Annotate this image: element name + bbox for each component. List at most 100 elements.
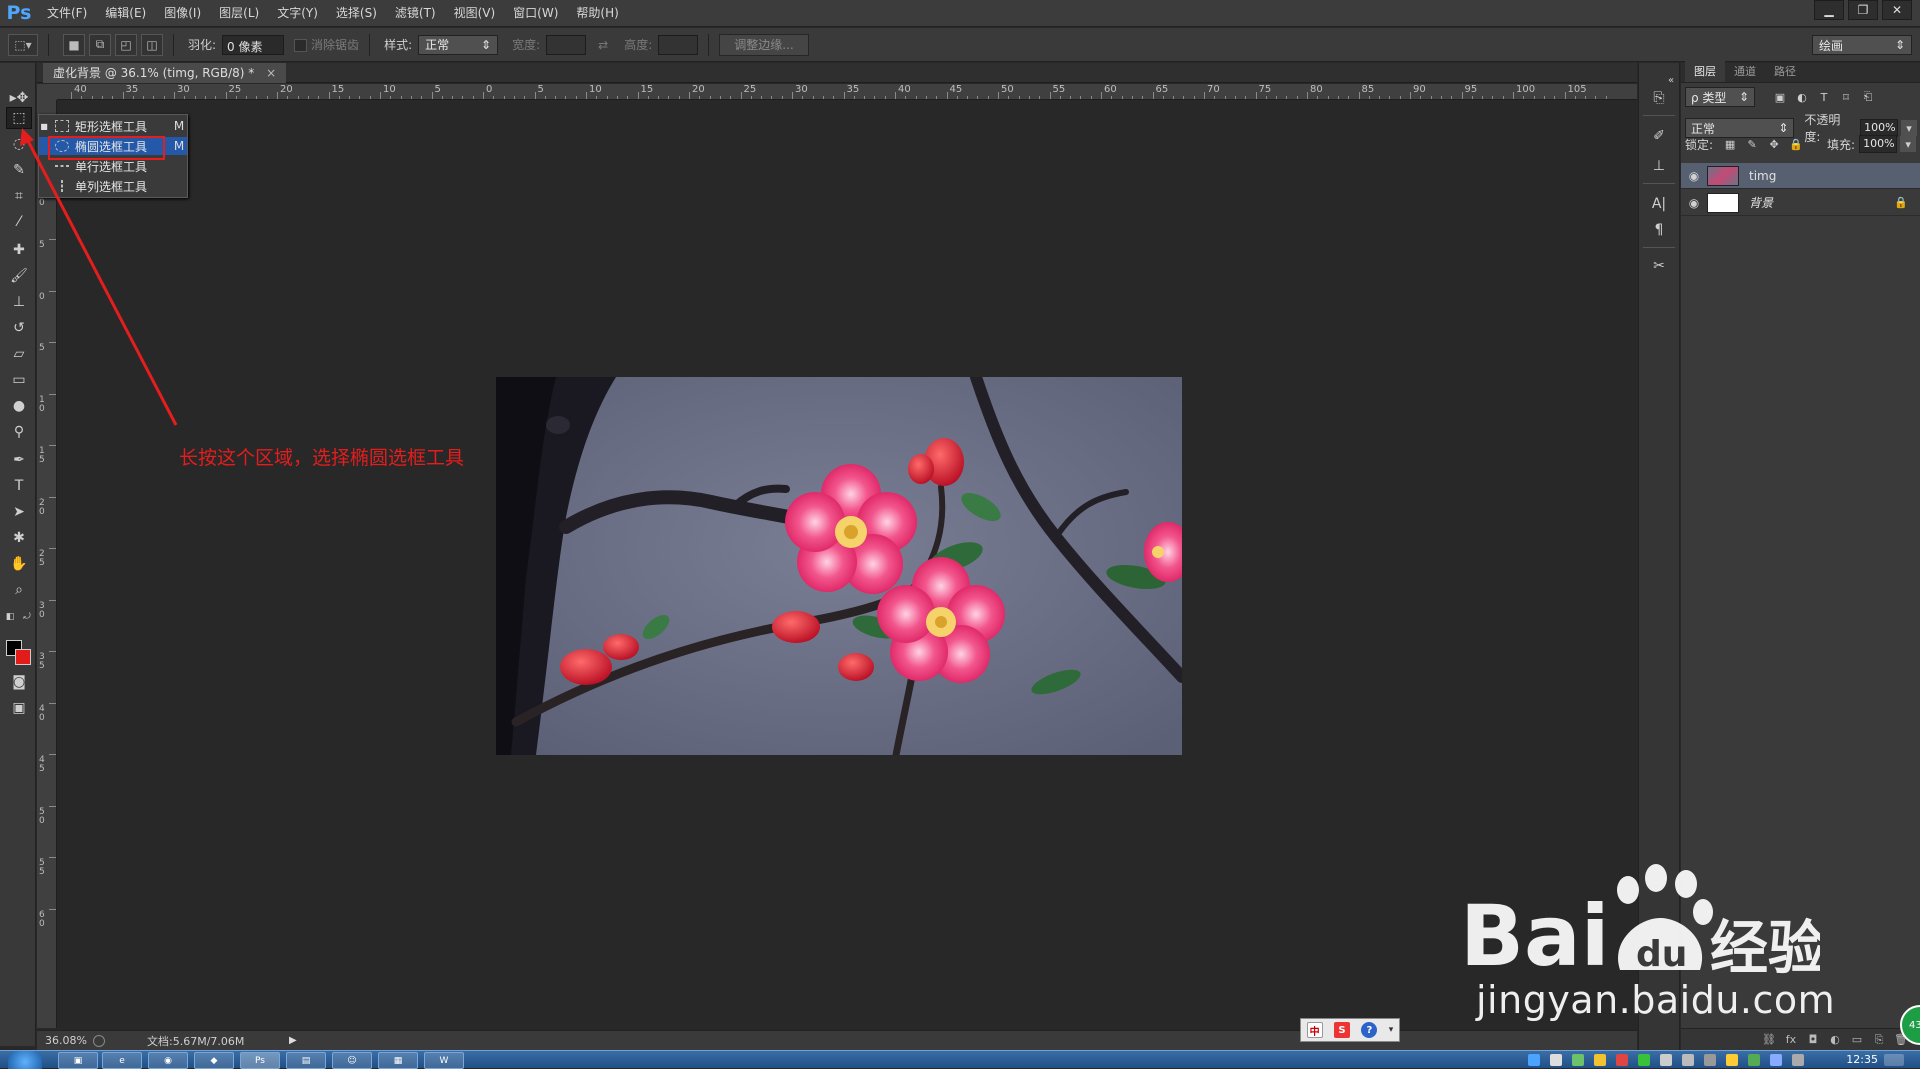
lock-all-icon[interactable]: 🔒: [1788, 136, 1804, 152]
new-selection-button[interactable]: ■: [63, 33, 85, 56]
lock-transparency-icon[interactable]: ▦: [1722, 136, 1738, 152]
filter-pixel-icon[interactable]: ▣: [1772, 89, 1788, 105]
filter-shape-icon[interactable]: ⌑: [1838, 89, 1854, 105]
brush-tool[interactable]: 🖌: [6, 265, 32, 287]
help-icon[interactable]: ?: [1361, 1022, 1378, 1038]
type-tool[interactable]: T: [6, 475, 32, 497]
status-menu-arrow-icon[interactable]: ▶: [289, 1035, 297, 1046]
lock-position-icon[interactable]: ✥: [1766, 136, 1782, 152]
eyedropper-tool[interactable]: ⁄: [6, 211, 32, 233]
flower-photo[interactable]: [496, 377, 1182, 755]
taskbar-explorer-icon[interactable]: ▣: [58, 1052, 98, 1069]
filter-smart-object-icon[interactable]: ⎗: [1860, 89, 1876, 105]
ruler-corner[interactable]: [37, 84, 57, 100]
opacity-dropdown-icon[interactable]: ▾: [1901, 120, 1917, 136]
lasso-tool[interactable]: ◌: [6, 133, 32, 155]
feather-input[interactable]: 0 像素: [222, 34, 285, 55]
filter-type-icon[interactable]: T: [1816, 89, 1832, 105]
tray-display-icon[interactable]: [1550, 1054, 1562, 1066]
swap-colors-button[interactable]: ⤾: [20, 611, 34, 623]
taskbar-360-icon[interactable]: ◉: [148, 1052, 188, 1069]
link-layers-icon[interactable]: ⛓: [1758, 1033, 1780, 1046]
brush-preset-icon[interactable]: ✐: [1647, 125, 1671, 147]
restore-button[interactable]: ❐: [1848, 0, 1878, 20]
menu-type[interactable]: 文字(Y): [268, 0, 327, 27]
menu-help[interactable]: 帮助(H): [567, 0, 627, 27]
eraser-tool[interactable]: ▱: [6, 343, 32, 365]
canvas-area[interactable]: [58, 101, 1637, 1028]
pen-tool[interactable]: ✒: [6, 449, 32, 471]
zoom-level[interactable]: 36.08%: [45, 1034, 93, 1047]
menu-file[interactable]: 文件(F): [38, 0, 96, 27]
stamp-tool[interactable]: ⊥: [6, 291, 32, 313]
add-mask-icon[interactable]: ◘: [1802, 1033, 1824, 1046]
healing-tool[interactable]: ✚: [6, 239, 32, 261]
hand-tool[interactable]: ✋: [6, 553, 32, 575]
tab-layers[interactable]: 图层: [1685, 60, 1725, 82]
tray-volume-icon[interactable]: [1660, 1054, 1672, 1066]
taskbar-ie-icon[interactable]: e: [102, 1052, 142, 1069]
menu-filter[interactable]: 滤镜(T): [386, 0, 445, 27]
intersect-selection-button[interactable]: ◫: [141, 33, 163, 56]
workspace-select[interactable]: 绘画 ⇕: [1812, 35, 1912, 55]
swap-dimensions-icon[interactable]: ⇄: [598, 38, 608, 52]
taskbar-clock[interactable]: 12:35: [1846, 1053, 1878, 1066]
tray-flag-icon[interactable]: [1682, 1054, 1694, 1066]
crop-tool[interactable]: ⌗: [6, 185, 32, 207]
close-button[interactable]: ✕: [1882, 0, 1912, 20]
height-input[interactable]: [658, 34, 699, 55]
style-select[interactable]: 正常 ⇕: [418, 34, 499, 55]
screen-mode-button[interactable]: ▣: [6, 697, 32, 719]
subtract-selection-button[interactable]: ◰: [115, 33, 137, 56]
tray-input-icon[interactable]: [1770, 1054, 1782, 1066]
tray-update-icon[interactable]: [1748, 1054, 1760, 1066]
tray-sound-icon[interactable]: [1792, 1054, 1804, 1066]
gradient-tool[interactable]: ▭: [6, 369, 32, 391]
background-color-swatch[interactable]: [15, 649, 31, 665]
move-tool[interactable]: ▸✥: [6, 87, 32, 109]
lock-pixels-icon[interactable]: ✎: [1744, 136, 1760, 152]
path-select-tool[interactable]: ➤: [6, 501, 32, 523]
menu-select[interactable]: 选择(S): [327, 0, 386, 27]
new-group-icon[interactable]: ▭: [1846, 1033, 1868, 1046]
visibility-eye-icon[interactable]: ◉: [1681, 169, 1707, 183]
menu-edit[interactable]: 编辑(E): [96, 0, 155, 27]
status-info-icon[interactable]: [93, 1034, 105, 1047]
menu-window[interactable]: 窗口(W): [504, 0, 567, 27]
tray-messenger-icon[interactable]: [1726, 1054, 1738, 1066]
character-panel-icon[interactable]: A|: [1647, 193, 1671, 215]
horizontal-ruler[interactable]: 40 35 30 25 20 15 10 5 0 5 10 15 20 25 30 35 40 45 50 55 60 6…: [57, 84, 1637, 100]
new-layer-icon[interactable]: ⎘: [1868, 1033, 1890, 1047]
add-selection-button[interactable]: ⧉: [89, 33, 111, 56]
taskbar-user-icon[interactable]: ☺: [332, 1052, 372, 1069]
menu-view[interactable]: 视图(V): [445, 0, 505, 27]
quick-select-tool[interactable]: ✎: [6, 159, 32, 181]
start-button[interactable]: [8, 1051, 42, 1069]
new-adjustment-icon[interactable]: ◐: [1824, 1033, 1846, 1046]
layer-style-icon[interactable]: fx: [1780, 1033, 1802, 1046]
antialias-checkbox[interactable]: [294, 39, 308, 52]
tray-360-icon[interactable]: [1638, 1054, 1650, 1066]
ime-menu-arrow-icon[interactable]: ▾: [1389, 1025, 1394, 1035]
clone-source-icon[interactable]: ⊥: [1647, 155, 1671, 177]
paragraph-panel-icon[interactable]: ¶: [1647, 219, 1671, 241]
history-brush-tool[interactable]: ↺: [6, 317, 32, 339]
taskbar-folder-icon[interactable]: ▤: [286, 1052, 326, 1069]
tool-presets-icon[interactable]: ✂: [1647, 255, 1671, 277]
dodge-tool[interactable]: ⚲: [6, 421, 32, 443]
zoom-tool[interactable]: ⌕: [6, 579, 32, 601]
menu-layer[interactable]: 图层(L): [210, 0, 268, 27]
document-tab[interactable]: 虚化背景 @ 36.1% (timg, RGB/8) * ×: [43, 63, 287, 83]
history-panel-icon[interactable]: ⎘: [1647, 87, 1671, 109]
tab-channels[interactable]: 通道: [1725, 63, 1765, 82]
flyout-item-single-column-marquee[interactable]: 单列选框工具: [39, 177, 187, 195]
close-tab-icon[interactable]: ×: [266, 66, 276, 80]
layer-row-background[interactable]: ◉ 背景 🔒: [1681, 190, 1920, 216]
vertical-ruler[interactable]: 1 51 05051 01 52 02 53 03 54 04 55 05 56…: [37, 100, 57, 1028]
marquee-tool[interactable]: ⬚: [6, 107, 32, 129]
show-desktop-button[interactable]: [1884, 1054, 1904, 1066]
tray-app-icon[interactable]: [1616, 1054, 1628, 1066]
layer-row-timg[interactable]: ◉ timg: [1681, 163, 1920, 189]
taskbar-photoshop-icon[interactable]: Ps: [240, 1052, 280, 1069]
visibility-eye-icon[interactable]: ◉: [1681, 196, 1707, 210]
